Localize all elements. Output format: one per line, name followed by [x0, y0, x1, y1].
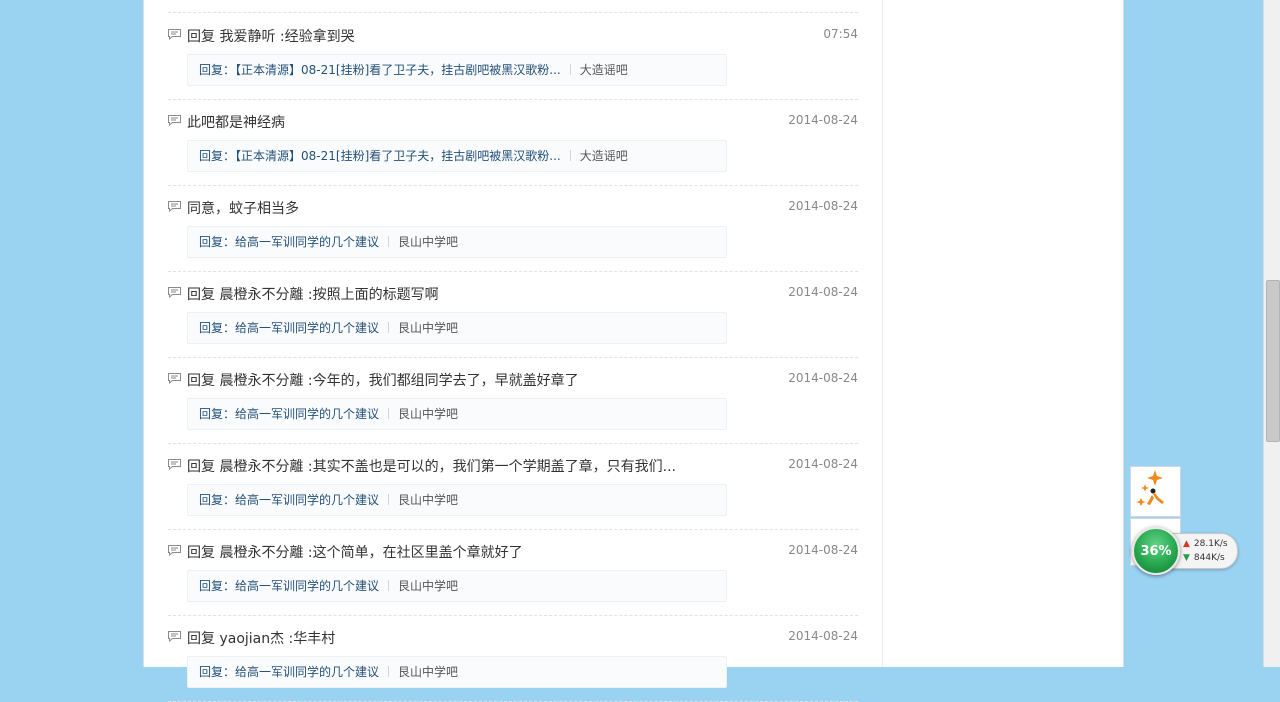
reply-item: 此吧都是神经病 2014-08-24 回复：【正本清源】08-21[挂粉]看了卫子夫…: [168, 99, 858, 186]
reply-time: 2014-08-24: [788, 543, 858, 557]
reply-item: 回复 晨橙永不分離 :今年的，我们都组同学去了，早就盖好章了 2014-08-24…: [168, 357, 858, 444]
upload-speed: ▲ 28.1K/s: [1183, 539, 1228, 549]
download-speed-value: 844K/s: [1193, 553, 1225, 563]
thread-link[interactable]: 【正本清源】08-21[挂粉]看了卫子夫，挂古剧吧被黑汉歌粉...: [235, 63, 561, 77]
reply-title[interactable]: 此吧都是神经病: [187, 112, 285, 132]
reply-title[interactable]: 回复 晨橙永不分離 :今年的，我们都组同学去了，早就盖好章了: [187, 370, 579, 390]
reply-time: 2014-08-24: [788, 113, 858, 127]
reply-title[interactable]: 同意，蚊子相当多: [187, 198, 299, 218]
floating-tool-button[interactable]: [1130, 466, 1181, 517]
thread-link[interactable]: 给高一军训同学的几个建议: [235, 321, 379, 335]
comment-icon: [168, 201, 181, 212]
comment-icon: [168, 545, 181, 556]
thread-link[interactable]: 给高一军训同学的几个建议: [235, 407, 379, 421]
comment-icon: [168, 115, 181, 126]
download-speed: ▼ 844K/s: [1183, 553, 1225, 563]
reply-prefix: 回复：: [199, 63, 236, 77]
forum-link[interactable]: 大造谣吧: [580, 63, 628, 77]
separator: [388, 322, 390, 333]
reply-title[interactable]: 回复 晨橙永不分離 :其实不盖也是可以的，我们第一个学期盖了章，只有我们...: [187, 456, 676, 476]
thread-reference: 回复：给高一军训同学的几个建议 艮山中学吧: [187, 656, 727, 688]
thread-link[interactable]: 给高一军训同学的几个建议: [235, 235, 379, 249]
reply-prefix: 回复：: [199, 493, 236, 507]
memory-usage-percent: 36%: [1140, 543, 1172, 559]
vertical-scrollbar[interactable]: [1263, 0, 1280, 667]
forum-link[interactable]: 艮山中学吧: [398, 321, 458, 335]
forum-link[interactable]: 艮山中学吧: [398, 235, 458, 249]
reply-time: 2014-08-24: [788, 457, 858, 471]
comment-icon: [168, 287, 181, 298]
forum-link[interactable]: 艮山中学吧: [398, 579, 458, 593]
reply-title[interactable]: 回复 yaojian杰 :华丰村: [187, 628, 335, 648]
forum-link[interactable]: 艮山中学吧: [398, 407, 458, 421]
reply-item: 回复 晨橙永不分離 :这个简单，在社区里盖个章就好了 2014-08-24 回复：给…: [168, 529, 858, 616]
thread-reference: 回复：给高一军训同学的几个建议 艮山中学吧: [187, 570, 727, 602]
separator: [388, 236, 390, 247]
reply-prefix: 回复：: [199, 321, 236, 335]
thread-reference: 回复：【正本清源】08-21[挂粉]看了卫子夫，挂古剧吧被黑汉歌粉... 大造谣吧: [187, 54, 727, 86]
separator: [569, 150, 571, 161]
separator: [388, 408, 390, 419]
separator: [388, 494, 390, 505]
comment-icon: [168, 631, 181, 642]
reply-item: 回复 我爱静听 :经验拿到哭 07:54 回复：【正本清源】08-21[挂粉]看了卫…: [168, 13, 858, 100]
forum-link[interactable]: 艮山中学吧: [398, 493, 458, 507]
thread-link[interactable]: 给高一军训同学的几个建议: [235, 579, 379, 593]
scrollbar-thumb[interactable]: [1266, 280, 1280, 442]
reply-time: 07:54: [823, 27, 858, 41]
reply-item: 回复 yaojian杰 :华丰村 2014-08-24 回复：给高一军训同学的几个建…: [168, 615, 858, 702]
thread-link[interactable]: 给高一军训同学的几个建议: [235, 493, 379, 507]
reply-prefix: 回复：: [199, 407, 236, 421]
separator: [388, 666, 390, 677]
reply-title[interactable]: 回复 晨橙永不分離 :这个简单，在社区里盖个章就好了: [187, 542, 523, 562]
reply-item: 回复 晨橙永不分離 :按照上面的标题写啊 2014-08-24 回复：给高一军训同学…: [168, 271, 858, 358]
memory-usage-ball[interactable]: 36%: [1132, 527, 1180, 575]
thread-reference: 回复：给高一军训同学的几个建议 艮山中学吧: [187, 398, 727, 430]
right-rail-divider: [882, 0, 883, 667]
forum-link[interactable]: 艮山中学吧: [398, 665, 458, 679]
reply-title[interactable]: 回复 我爱静听 :经验拿到哭: [187, 26, 355, 46]
reply-time: 2014-08-24: [788, 285, 858, 299]
reply-prefix: 回复：: [199, 579, 236, 593]
thread-link[interactable]: 【正本清源】08-21[挂粉]看了卫子夫，挂古剧吧被黑汉歌粉...: [235, 149, 561, 163]
thread-link[interactable]: 给高一军训同学的几个建议: [235, 665, 379, 679]
reply-time: 2014-08-24: [788, 199, 858, 213]
content-panel: 回复 我爱静听 :经验拿到哭 07:54 回复：【正本清源】08-21[挂粉]看了卫…: [143, 0, 1124, 702]
thread-reference: 回复：【正本清源】08-21[挂粉]看了卫子夫，挂古剧吧被黑汉歌粉... 大造谣吧: [187, 140, 727, 172]
separator: [388, 580, 390, 591]
thread-reference: 回复：给高一军训同学的几个建议 艮山中学吧: [187, 226, 727, 258]
thread-reference: 回复：给高一军训同学的几个建议 艮山中学吧: [187, 312, 727, 344]
reply-item: 回复 晨橙永不分離 :其实不盖也是可以的，我们第一个学期盖了章，只有我们... 2…: [168, 443, 858, 530]
up-arrow-icon: ▲: [1183, 539, 1190, 549]
comment-icon: [168, 29, 181, 40]
reply-item: 同意，蚊子相当多 2014-08-24 回复：给高一军训同学的几个建议 艮山中学吧: [168, 185, 858, 272]
forum-link[interactable]: 大造谣吧: [580, 149, 628, 163]
reply-title[interactable]: 回复 晨橙永不分離 :按照上面的标题写啊: [187, 284, 439, 304]
reply-time: 2014-08-24: [788, 629, 858, 643]
upload-speed-value: 28.1K/s: [1193, 539, 1228, 549]
comment-icon: [168, 373, 181, 384]
reply-prefix: 回复：: [199, 235, 236, 249]
reply-prefix: 回复：: [199, 149, 236, 163]
comment-icon: [168, 459, 181, 470]
thread-reference: 回复：给高一军训同学的几个建议 艮山中学吧: [187, 484, 727, 516]
sparkle-figure-icon: [1136, 470, 1164, 506]
down-arrow-icon: ▼: [1183, 553, 1190, 563]
separator: [569, 64, 571, 75]
reply-prefix: 回复：: [199, 665, 236, 679]
reply-time: 2014-08-24: [788, 371, 858, 385]
